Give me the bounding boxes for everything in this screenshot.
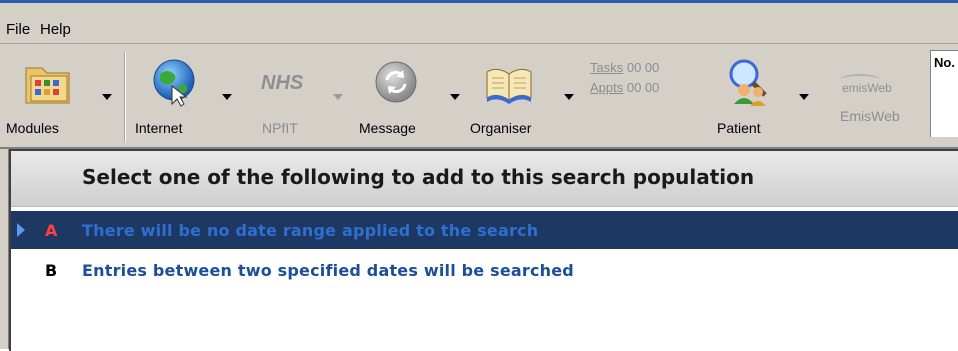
menu-help[interactable]: Help bbox=[40, 21, 71, 38]
message-button[interactable]: Message bbox=[350, 44, 460, 147]
npfit-label: NPfIT bbox=[262, 120, 298, 136]
emis-logo-text: emisWeb bbox=[842, 81, 892, 95]
option-key: B bbox=[45, 261, 58, 280]
panel-heading: Select one of the following to add to th… bbox=[82, 165, 755, 189]
option-text: Entries between two specified dates will… bbox=[82, 261, 574, 280]
modules-icon bbox=[25, 67, 70, 104]
modules-label: Modules bbox=[6, 120, 59, 136]
option-b-row[interactable]: B Entries between two specified dates wi… bbox=[11, 251, 958, 289]
patient-search-icon bbox=[729, 59, 767, 106]
menu-file[interactable]: File bbox=[6, 21, 30, 38]
toolbar-separator bbox=[124, 52, 125, 142]
emisweb-label: EmisWeb bbox=[840, 108, 900, 124]
modules-button[interactable]: Modules bbox=[0, 44, 120, 147]
organiser-label: Organiser bbox=[470, 120, 532, 136]
panel-heading-bar: Select one of the following to add to th… bbox=[11, 151, 958, 207]
tasks-count: 00 00 bbox=[626, 60, 660, 75]
internet-dropdown-arrow[interactable] bbox=[222, 94, 232, 100]
option-a-row[interactable]: A There will be no date range applied to… bbox=[11, 211, 958, 249]
left-frame bbox=[0, 149, 9, 349]
option-key: A bbox=[45, 221, 58, 240]
organiser-dropdown-arrow[interactable] bbox=[564, 94, 574, 100]
menu-bar: File Help bbox=[0, 3, 958, 44]
emisweb-button: emisWeb EmisWeb bbox=[820, 44, 920, 147]
refresh-message-icon bbox=[375, 61, 417, 103]
patient-dropdown-arrow[interactable] bbox=[799, 94, 809, 100]
option-text: There will be no date range applied to t… bbox=[82, 221, 539, 240]
tasks-appts-counter: Tasks 00 00 Appts 00 00 bbox=[590, 58, 659, 98]
npfit-button: NHS NPfIT bbox=[248, 44, 343, 147]
patient-label: Patient bbox=[717, 120, 761, 136]
nhs-logo-icon: NHS bbox=[261, 72, 304, 94]
message-dropdown-arrow[interactable] bbox=[450, 94, 460, 100]
book-icon bbox=[486, 68, 532, 104]
modules-dropdown-arrow[interactable] bbox=[102, 94, 112, 100]
search-population-panel: Select one of the following to add to th… bbox=[9, 149, 958, 351]
npfit-dropdown-arrow bbox=[333, 94, 343, 100]
number-panel: No. bbox=[930, 50, 958, 137]
appts-link[interactable]: Appts bbox=[590, 80, 623, 95]
row-pointer-icon bbox=[17, 223, 25, 237]
number-label: No. bbox=[934, 55, 955, 70]
appts-count: 00 00 bbox=[626, 80, 660, 95]
globe-icon bbox=[153, 59, 195, 107]
organiser-button[interactable]: Organiser bbox=[468, 44, 580, 147]
content-area: Select one of the following to add to th… bbox=[0, 149, 958, 351]
internet-button[interactable]: Internet bbox=[130, 44, 240, 147]
patient-button[interactable]: Patient bbox=[710, 44, 815, 147]
internet-label: Internet bbox=[135, 120, 183, 136]
toolbar: Modules Internet NHS NPfIT Message Organ… bbox=[0, 44, 958, 149]
tasks-link[interactable]: Tasks bbox=[590, 60, 623, 75]
message-label: Message bbox=[359, 120, 416, 136]
